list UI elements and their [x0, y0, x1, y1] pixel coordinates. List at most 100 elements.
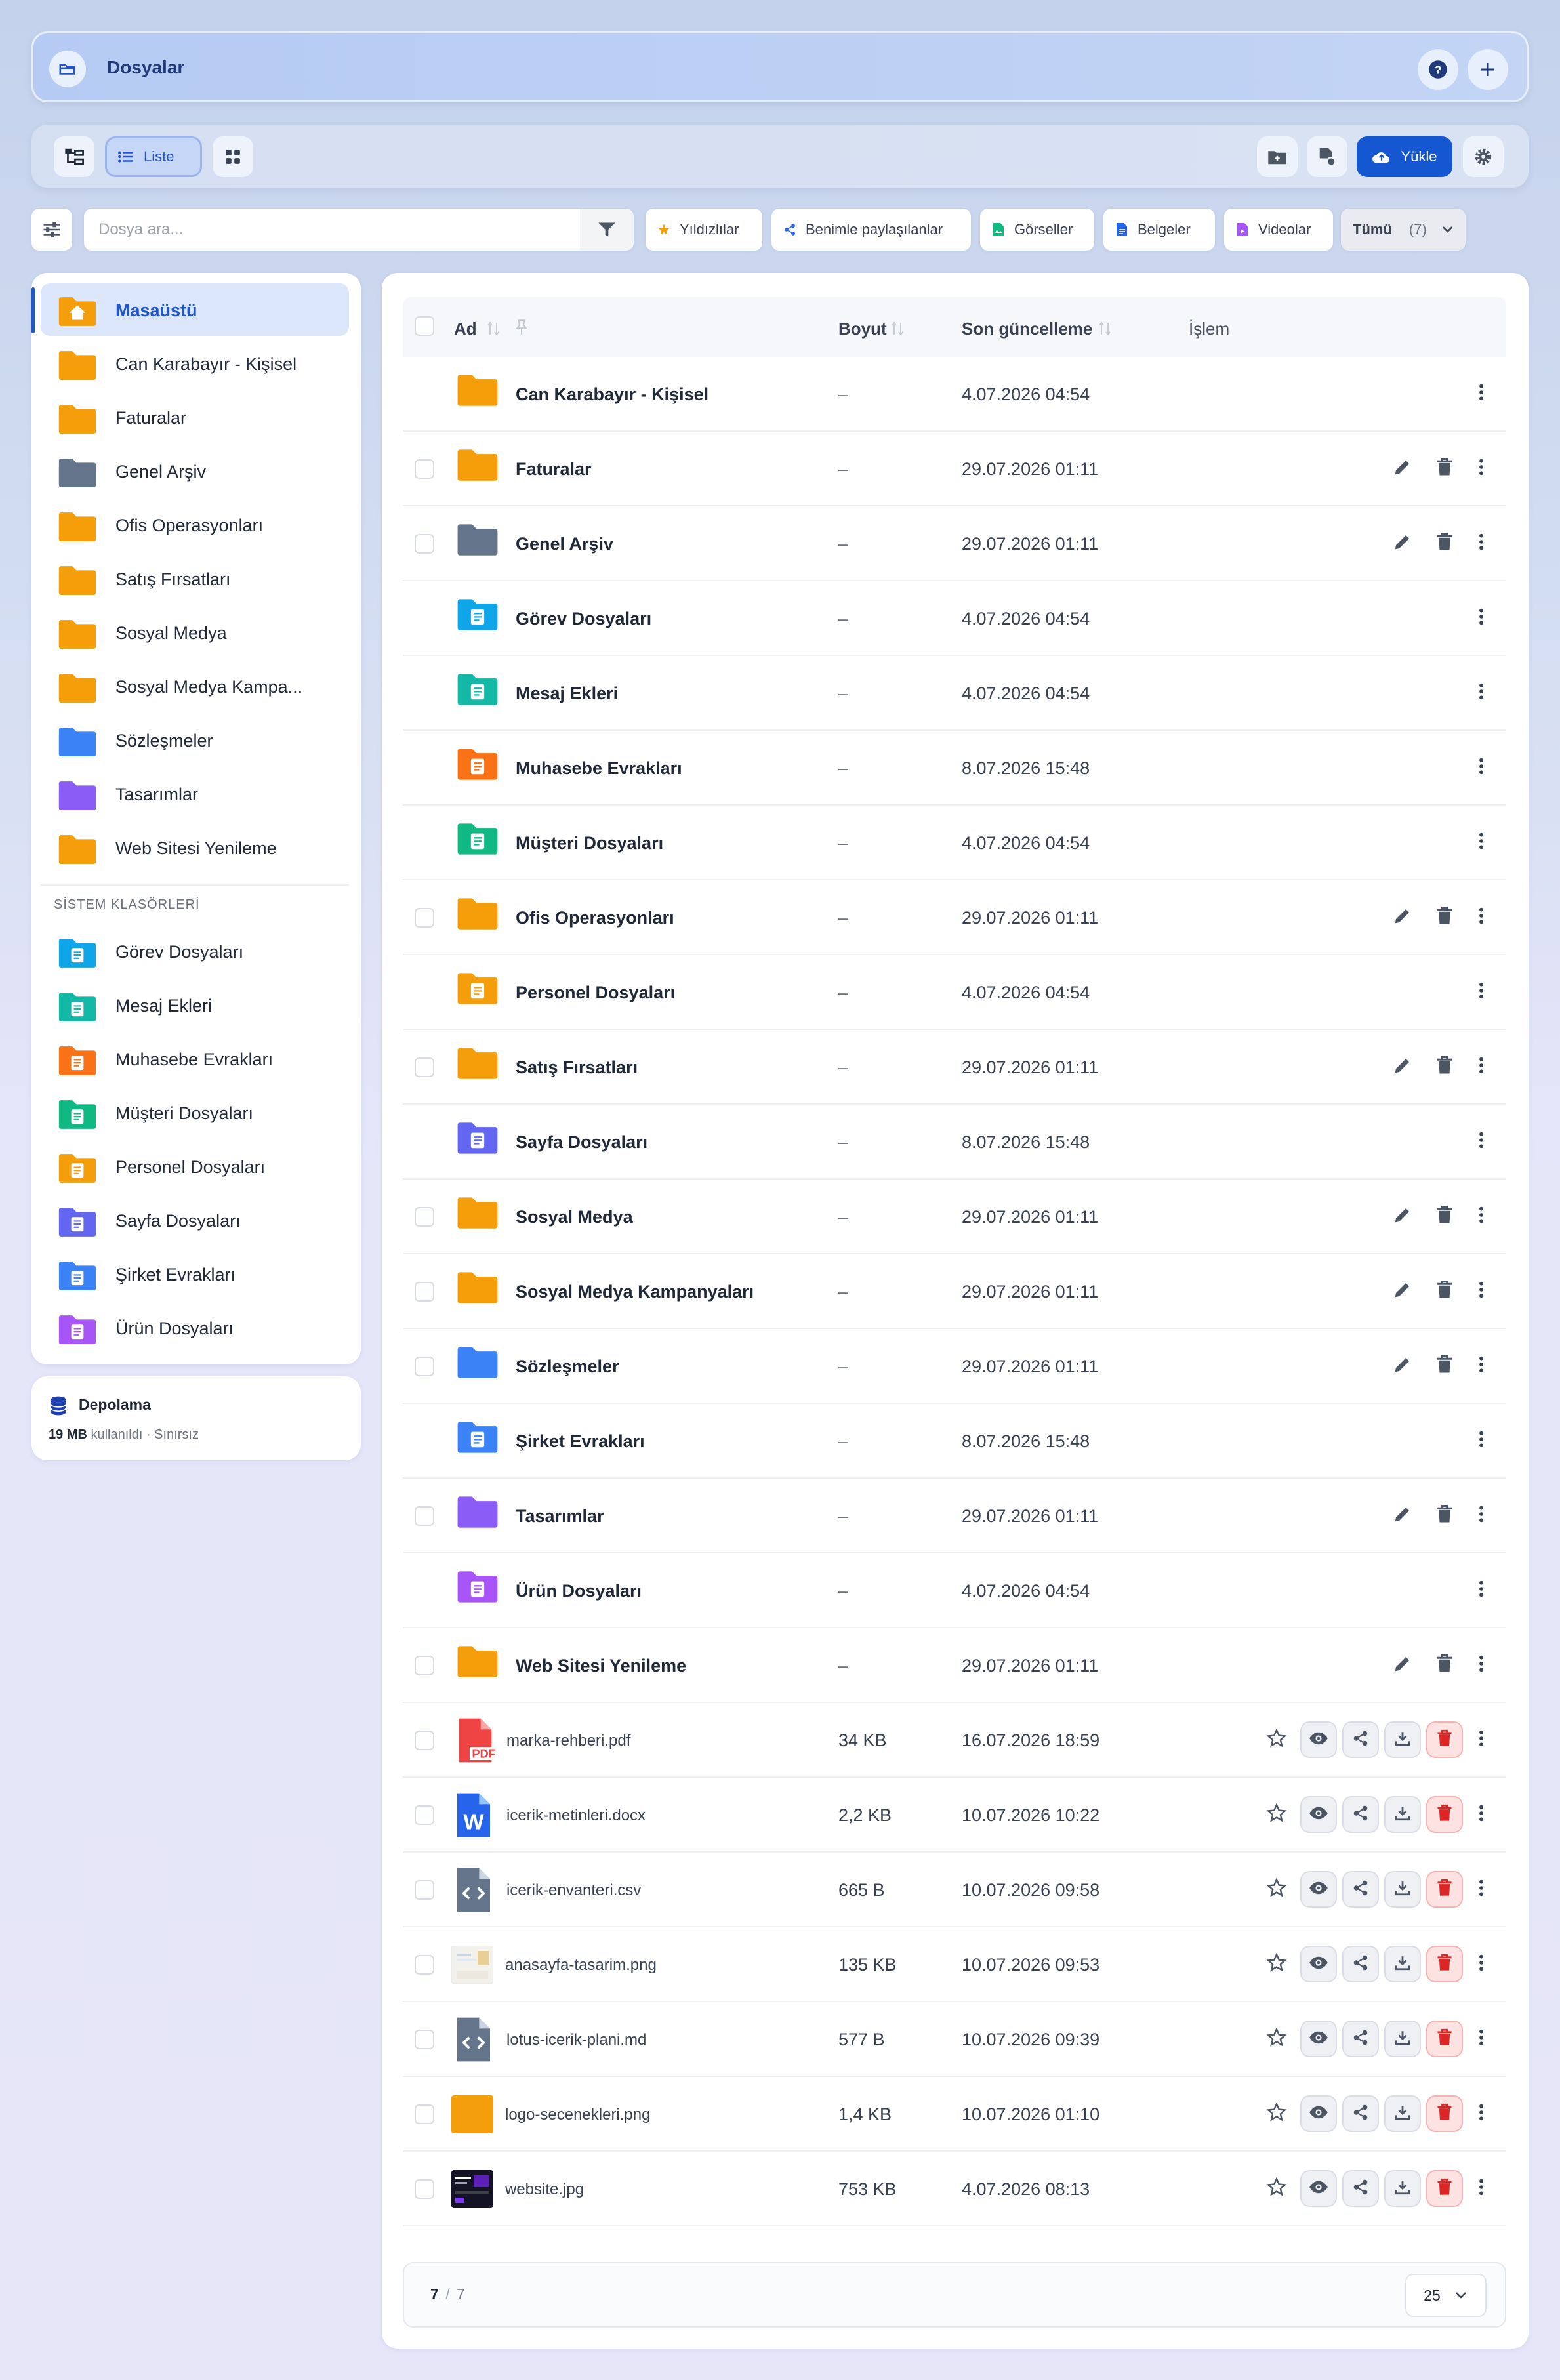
sidebar-item-7[interactable]: Sosyal Medya Kampa... [41, 660, 349, 712]
table-row[interactable]: icerik-envanteri.csv 665 B 10.07.2026 09:5… [403, 1853, 1506, 1927]
share-button[interactable] [1342, 2170, 1379, 2207]
filter-settings-button[interactable] [31, 209, 72, 251]
table-row[interactable]: Görev Dosyaları – 4.07.2026 04:54 [403, 581, 1506, 656]
select-all-checkbox[interactable] [415, 316, 434, 336]
sidebar-system-item-0[interactable]: Görev Dosyaları [41, 925, 349, 977]
preview-button[interactable] [1300, 1796, 1337, 1833]
delete-button[interactable] [1426, 1273, 1463, 1309]
more-button[interactable] [1468, 2170, 1494, 2207]
row-name[interactable]: Sözleşmeler [516, 1357, 619, 1377]
delete-button[interactable] [1426, 1497, 1463, 1534]
row-checkbox[interactable] [415, 2030, 434, 2049]
row-name[interactable]: icerik-metinleri.docx [506, 1807, 646, 1825]
row-name[interactable]: Satış Fırsatları [516, 1057, 638, 1078]
more-button[interactable] [1468, 2021, 1494, 2057]
new-folder-button[interactable] [1257, 136, 1298, 177]
table-row[interactable]: Ürün Dosyaları – 4.07.2026 04:54 [403, 1553, 1506, 1628]
preview-button[interactable] [1300, 2021, 1337, 2057]
filter-starred[interactable]: Yıldızlılar [646, 209, 762, 251]
table-row[interactable]: Wicerik-metinleri.docx 2,2 KB 10.07.2026 1… [403, 1778, 1506, 1853]
share-button[interactable] [1342, 2095, 1379, 2132]
row-name[interactable]: Faturalar [516, 459, 592, 480]
table-row[interactable]: Muhasebe Evrakları – 8.07.2026 15:48 [403, 731, 1506, 806]
row-name[interactable]: Sosyal Medya Kampanyaları [516, 1282, 754, 1302]
table-row[interactable]: Ofis Operasyonları – 29.07.2026 01:11 [403, 880, 1506, 955]
row-checkbox[interactable] [415, 1357, 434, 1376]
delete-button[interactable] [1426, 2170, 1463, 2207]
page-size-select[interactable]: 25 [1405, 2274, 1487, 2317]
more-button[interactable] [1468, 1946, 1494, 1982]
row-name[interactable]: Sosyal Medya [516, 1207, 633, 1227]
settings-button[interactable] [1463, 136, 1504, 177]
more-button[interactable] [1468, 2095, 1494, 2132]
preview-button[interactable] [1300, 1721, 1337, 1758]
add-button[interactable] [1468, 49, 1508, 90]
more-button[interactable] [1468, 1871, 1494, 1908]
table-row[interactable]: PDF marka-rehberi.pdf 34 KB 16.07.2026 18:5… [403, 1703, 1506, 1778]
table-row[interactable]: logo-secenekleri.png 1,4 KB 10.07.2026 01:… [403, 2077, 1506, 2152]
more-button[interactable] [1468, 1422, 1494, 1459]
row-name[interactable]: icerik-envanteri.csv [506, 1881, 641, 1900]
delete-button[interactable] [1426, 1347, 1463, 1384]
rename-button[interactable] [1384, 1198, 1421, 1235]
sidebar-item-4[interactable]: Ofis Operasyonları [41, 499, 349, 551]
preview-button[interactable] [1300, 1871, 1337, 1908]
more-button[interactable] [1468, 1497, 1494, 1534]
delete-button[interactable] [1426, 2021, 1463, 2057]
sidebar-system-item-4[interactable]: Personel Dosyaları [41, 1140, 349, 1193]
more-button[interactable] [1468, 600, 1494, 636]
more-button[interactable] [1468, 525, 1494, 562]
delete-button[interactable] [1426, 1647, 1463, 1683]
row-checkbox[interactable] [415, 2179, 434, 2199]
search-input[interactable] [98, 216, 571, 243]
preview-button[interactable] [1300, 1946, 1337, 1982]
rename-button[interactable] [1384, 450, 1421, 487]
rename-button[interactable] [1384, 1647, 1421, 1683]
rename-button[interactable] [1384, 525, 1421, 562]
row-name[interactable]: Tasarımlar [516, 1506, 604, 1527]
sidebar-system-item-1[interactable]: Mesaj Ekleri [41, 979, 349, 1031]
download-button[interactable] [1384, 1946, 1421, 1982]
row-checkbox[interactable] [415, 1955, 434, 1975]
table-row[interactable]: lotus-icerik-plani.md 577 B 10.07.2026 09:… [403, 2002, 1506, 2077]
row-name[interactable]: lotus-icerik-plani.md [506, 2031, 646, 2049]
upload-button[interactable]: Yükle [1357, 136, 1452, 177]
table-row[interactable]: Personel Dosyaları – 4.07.2026 04:54 [403, 955, 1506, 1030]
star-button[interactable] [1258, 1796, 1295, 1833]
sidebar-system-item-5[interactable]: Sayfa Dosyaları [41, 1194, 349, 1246]
download-button[interactable] [1384, 2095, 1421, 2132]
rename-button[interactable] [1384, 1048, 1421, 1085]
row-checkbox[interactable] [415, 459, 434, 479]
row-checkbox[interactable] [415, 1207, 434, 1227]
sidebar-item-9[interactable]: Tasarımlar [41, 768, 349, 820]
row-checkbox[interactable] [415, 908, 434, 928]
more-button[interactable] [1468, 1796, 1494, 1833]
more-button[interactable] [1468, 1273, 1494, 1309]
sidebar-system-item-2[interactable]: Muhasebe Evrakları [41, 1033, 349, 1085]
table-row[interactable]: Sözleşmeler – 29.07.2026 01:11 [403, 1329, 1506, 1404]
more-button[interactable] [1468, 824, 1494, 861]
sidebar-system-item-6[interactable]: Şirket Evrakları [41, 1248, 349, 1300]
row-checkbox[interactable] [415, 534, 434, 554]
delete-button[interactable] [1426, 1721, 1463, 1758]
more-button[interactable] [1468, 749, 1494, 786]
delete-button[interactable] [1426, 2095, 1463, 2132]
table-row[interactable]: Müşteri Dosyaları – 4.07.2026 04:54 [403, 806, 1506, 880]
row-name[interactable]: Sayfa Dosyaları [516, 1132, 647, 1153]
more-button[interactable] [1468, 450, 1494, 487]
row-name[interactable]: Personel Dosyaları [516, 983, 675, 1003]
star-button[interactable] [1258, 1946, 1295, 1982]
sidebar-item-8[interactable]: Sözleşmeler [41, 714, 349, 766]
download-button[interactable] [1384, 2170, 1421, 2207]
filter-images[interactable]: Görseller [980, 209, 1094, 251]
more-button[interactable] [1468, 1572, 1494, 1609]
more-button[interactable] [1468, 1647, 1494, 1683]
sidebar-item-5[interactable]: Satış Fırsatları [41, 552, 349, 605]
more-button[interactable] [1468, 899, 1494, 935]
table-row[interactable]: Şirket Evrakları – 8.07.2026 15:48 [403, 1404, 1506, 1479]
rename-button[interactable] [1384, 1273, 1421, 1309]
row-name[interactable]: Muhasebe Evrakları [516, 758, 682, 779]
table-row[interactable]: Web Sitesi Yenileme – 29.07.2026 01:11 [403, 1628, 1506, 1703]
rename-button[interactable] [1384, 1497, 1421, 1534]
row-name[interactable]: Ürün Dosyaları [516, 1581, 642, 1601]
